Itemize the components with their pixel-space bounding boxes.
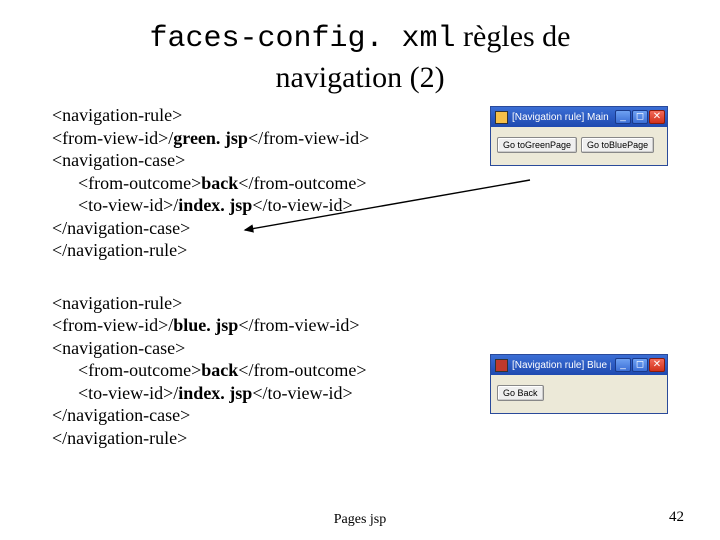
maximize-button[interactable]: ◻: [632, 358, 648, 372]
window-main-page: [Navigation rule] Main page… _ ◻ ✕ Go to…: [490, 106, 668, 166]
go-to-green-page-button[interactable]: Go toGreenPage: [497, 137, 577, 153]
rule1-open: <navigation-rule>: [52, 105, 182, 125]
window-blue-page: [Navigation rule] Blue page … _ ◻ ✕ Go B…: [490, 354, 668, 414]
mini-windows-column: [Navigation rule] Main page… _ ◻ ✕ Go to…: [490, 104, 668, 479]
close-button[interactable]: ✕: [649, 358, 665, 372]
title-line2: navigation (2): [275, 61, 444, 94]
navigation-rules-text: <navigation-rule> <from-view-id>/green. …: [52, 104, 482, 479]
rule-block-2: <navigation-rule> <from-view-id>/blue. j…: [52, 292, 482, 450]
window-title-text: [Navigation rule] Main page…: [512, 112, 611, 123]
title-rest1: règles de: [456, 20, 571, 53]
rule-block-1: <navigation-rule> <from-view-id>/green. …: [52, 104, 482, 262]
window-title-text: [Navigation rule] Blue page …: [512, 360, 611, 371]
go-back-button[interactable]: Go Back: [497, 385, 544, 401]
window-icon: [495, 359, 508, 372]
window-titlebar[interactable]: [Navigation rule] Blue page … _ ◻ ✕: [491, 355, 667, 375]
footer-label: Pages jsp: [0, 512, 720, 528]
minimize-button[interactable]: _: [615, 358, 631, 372]
title-code: faces-config. xml: [149, 22, 455, 56]
close-button[interactable]: ✕: [649, 110, 665, 124]
slide-title: faces-config. xml règles de navigation (…: [0, 0, 720, 96]
maximize-button[interactable]: ◻: [632, 110, 648, 124]
minimize-button[interactable]: _: [615, 110, 631, 124]
page-number: 42: [669, 509, 684, 526]
window-icon: [495, 111, 508, 124]
go-to-blue-page-button[interactable]: Go toBluePage: [581, 137, 654, 153]
window-titlebar[interactable]: [Navigation rule] Main page… _ ◻ ✕: [491, 107, 667, 127]
